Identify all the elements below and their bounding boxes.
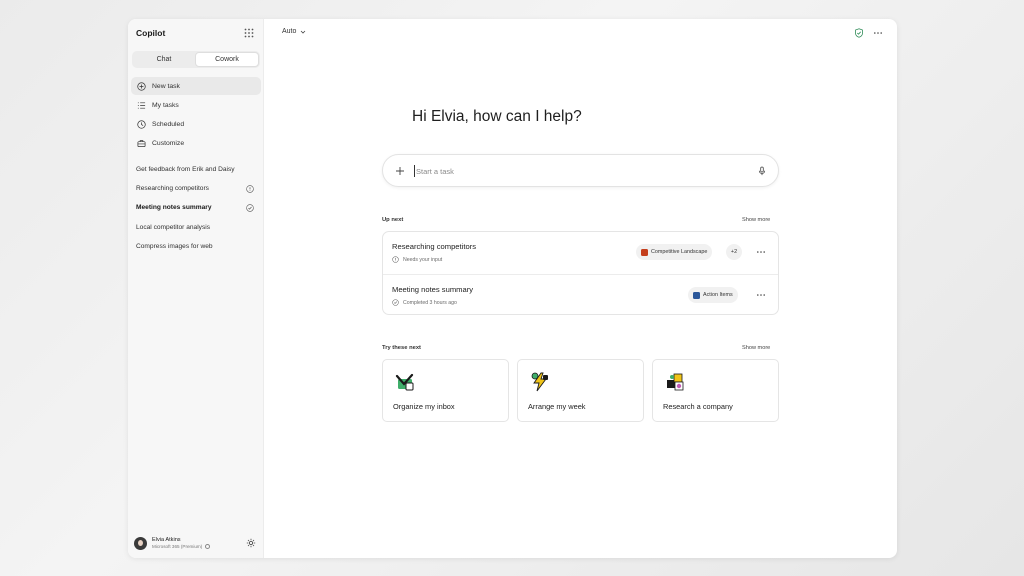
powerpoint-file-icon [641,248,648,256]
attachment-chip[interactable]: Competitive Landscape [636,244,713,260]
text-caret [414,165,415,177]
nav-item-label: Scheduled [152,121,185,129]
recent-item-label: Compress images for web [136,242,213,250]
recent-item[interactable]: Researching competitors [131,179,261,198]
recent-item-label: Local competitor analysis [136,223,211,231]
nav-item-customize[interactable]: Customize [131,135,261,153]
shield-check-icon[interactable] [854,28,864,38]
cubes-illustration-icon [667,373,684,391]
up-next-list: Researching competitors Needs your input… [382,231,779,315]
check-circle-icon [392,299,399,306]
briefcase-icon [137,140,146,148]
task-row[interactable]: Meeting notes summary Completed 3 hours … [383,274,778,316]
show-more-link[interactable]: Show more [742,345,770,351]
recent-item-label: Get feedback from Erik and Daisy [136,166,235,174]
main-panel: Auto Hi Elvia, how can I help? Up next S… [264,19,897,558]
settings-icon[interactable] [246,538,256,548]
suggestion-card-label: Organize my inbox [393,402,455,411]
add-attachment-icon[interactable] [395,166,405,176]
more-attachments-badge[interactable]: +2 [726,244,742,260]
task-composer [382,154,779,187]
more-options-icon[interactable] [756,247,766,257]
recent-item[interactable]: Local competitor analysis [131,218,261,237]
task-input[interactable] [416,163,746,179]
nav-item-label: New task [152,82,180,90]
info-icon [205,544,211,549]
user-profile[interactable]: Elvia Atkins Microsoft 365 (Premium) [134,535,258,551]
recent-tasks-list: Get feedback from Erik and Daisy Researc… [131,160,261,256]
task-row[interactable]: Researching competitors Needs your input… [383,232,778,274]
alert-circle-icon [246,185,254,193]
tab-chat[interactable]: Chat [133,52,195,67]
nav-item-label: Customize [152,140,185,148]
task-status: Completed 3 hours ago [403,299,457,306]
try-next-title: Try these next [382,345,421,351]
task-title: Researching competitors [392,242,476,251]
attachment-chip[interactable]: Action Items [688,287,738,303]
nav-item-my-tasks[interactable]: My tasks [131,96,261,114]
suggestion-card-label: Research a company [663,402,733,411]
alert-circle-icon [392,256,399,263]
chevron-down-icon [301,30,306,34]
up-next-title: Up next [382,217,404,223]
recent-item[interactable]: Compress images for web [131,237,261,256]
model-selector-label: Auto [282,28,297,35]
inbox-illustration-icon [395,373,414,391]
greeting-heading: Hi Elvia, how can I help? [412,108,582,125]
user-name: Elvia Atkins [152,537,181,543]
recent-item-label: Researching competitors [136,185,209,193]
recent-item[interactable]: Get feedback from Erik and Daisy [131,160,261,179]
mode-switch: Chat Cowork [132,51,260,68]
task-title: Meeting notes summary [392,285,474,294]
app-title: Copilot [136,28,166,38]
more-options-icon[interactable] [756,290,766,300]
apps-grid-icon[interactable] [244,28,254,38]
app-window: Copilot Chat Cowork New task My tasks Sc… [128,19,897,558]
nav-item-scheduled[interactable]: Scheduled [131,116,261,134]
sidebar: Copilot Chat Cowork New task My tasks Sc… [128,19,264,558]
word-file-icon [693,291,700,299]
recent-item-label: Meeting notes summary [136,204,212,212]
plus-circle-icon [137,81,146,91]
suggestion-card-arrange-week[interactable]: Arrange my week [517,359,644,422]
list-icon [137,102,146,109]
task-status: Needs your input [403,256,443,263]
show-more-link[interactable]: Show more [742,217,770,223]
avatar [134,536,147,550]
tab-cowork[interactable]: Cowork [195,52,259,67]
check-circle-icon [246,204,254,212]
nav-item-new-task[interactable]: New task [131,77,261,95]
microphone-icon[interactable] [757,166,767,176]
suggestion-card-research-company[interactable]: Research a company [652,359,779,422]
model-selector[interactable]: Auto [282,28,306,35]
attachment-label: Action Items [703,292,733,298]
more-options-icon[interactable] [873,28,883,38]
user-plan: Microsoft 365 (Premium) [152,544,203,549]
suggestion-card-organize-inbox[interactable]: Organize my inbox [382,359,509,422]
suggestion-card-label: Arrange my week [528,402,586,411]
attachment-label: Competitive Landscape [651,249,708,255]
clock-icon [137,120,146,129]
nav-item-label: My tasks [152,101,179,109]
lightning-illustration-icon [531,372,548,392]
suggestion-cards: Organize my inbox Arrange my week Resear… [382,359,779,422]
recent-item[interactable]: Meeting notes summary [131,198,261,217]
sidebar-nav: New task My tasks Scheduled Customize [131,77,261,154]
